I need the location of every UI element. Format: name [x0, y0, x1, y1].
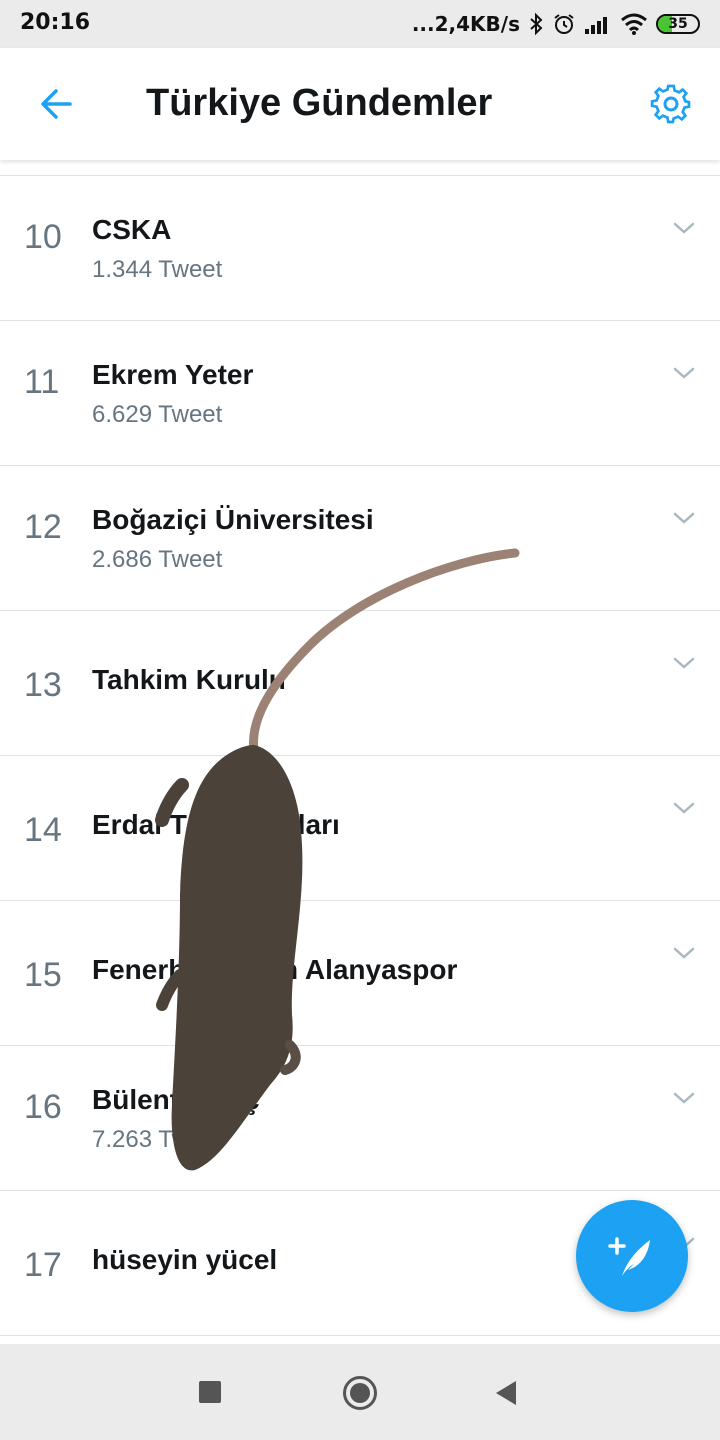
- arrow-left-icon[interactable]: [36, 84, 76, 124]
- trend-name: Ekrem Yeter: [92, 359, 254, 390]
- trend-rank: 16: [24, 1088, 62, 1126]
- trend-name-end: n Alanyaspor: [281, 954, 458, 985]
- chevron-down-icon[interactable]: [672, 365, 696, 381]
- home-circle-icon[interactable]: [342, 1375, 378, 1411]
- trend-row[interactable]: 11 Ekrem Yeter 6.629 Tweet: [0, 321, 720, 466]
- system-nav-bar: [0, 1344, 720, 1440]
- trend-rank: 12: [24, 508, 62, 546]
- status-icons: ...2,4KB/s 35: [412, 8, 700, 40]
- chevron-down-icon[interactable]: [672, 220, 696, 236]
- trend-rank: 11: [24, 363, 60, 401]
- trend-name: Fenerba: [92, 954, 201, 985]
- chevron-down-icon[interactable]: [672, 800, 696, 816]
- trend-row[interactable]: 10 CSKA 1.344 Tweet: [0, 176, 720, 321]
- network-speed: ...2,4KB/s: [411, 12, 520, 36]
- trend-rank: 15: [24, 956, 62, 994]
- status-bar: 20:16 ...2,4KB/s 35: [0, 0, 720, 48]
- trends-list: 10 CSKA 1.344 Tweet 11 Ekrem Yeter 6.629…: [0, 176, 720, 1336]
- chevron-down-icon[interactable]: [672, 510, 696, 526]
- trend-rank: 14: [24, 811, 62, 849]
- page-title: Türkiye Gündemler: [146, 82, 493, 124]
- trend-name-end: ç: [244, 1084, 260, 1115]
- chevron-down-icon[interactable]: [672, 655, 696, 671]
- trend-tweet-count: 6.629 Tweet: [92, 401, 223, 428]
- trend-row[interactable]: 14 Erdal T lları: [0, 756, 720, 901]
- battery-level: 35: [668, 16, 688, 32]
- trend-row[interactable]: 12 Boğaziçi Üniversitesi 2.686 Tweet: [0, 466, 720, 611]
- gear-icon[interactable]: [650, 83, 692, 125]
- wifi-icon: [621, 13, 647, 35]
- trend-name: CSKA: [92, 214, 172, 245]
- compose-tweet-button[interactable]: [576, 1200, 688, 1312]
- trend-rank: 17: [24, 1246, 62, 1284]
- trend-name: Tahkim Kurulu: [92, 664, 286, 695]
- status-time: 20:16: [20, 10, 91, 35]
- compose-tweet-icon: [608, 1237, 650, 1276]
- battery-icon: 35: [656, 14, 700, 34]
- recents-square-icon[interactable]: [199, 1381, 221, 1403]
- signal-icon: [585, 17, 607, 34]
- trend-rank: 10: [24, 218, 62, 256]
- back-triangle-icon[interactable]: [494, 1380, 518, 1406]
- app-header: Türkiye Gündemler: [0, 48, 720, 160]
- bluetooth-icon: [530, 12, 543, 36]
- chevron-down-icon[interactable]: [672, 945, 696, 961]
- trend-tweet-count: 2.686 Tweet: [92, 546, 223, 573]
- trend-row[interactable]: 16 Bülent ç 7.263 Tweet: [0, 1046, 720, 1191]
- trend-name: Bülent: [92, 1084, 180, 1115]
- trend-name-end: lları: [290, 809, 340, 840]
- trend-tweet-count: 7.263 Tweet: [92, 1126, 223, 1153]
- trend-row[interactable]: 15 Fenerba n Alanyaspor: [0, 901, 720, 1046]
- trend-name: hüseyin yücel: [92, 1244, 278, 1275]
- trend-name: Boğaziçi Üniversitesi: [92, 504, 374, 535]
- trend-name: Erdal T: [92, 809, 187, 840]
- chevron-down-icon[interactable]: [672, 1090, 696, 1106]
- trend-tweet-count: 1.344 Tweet: [92, 256, 223, 283]
- trend-rank: 13: [24, 666, 62, 704]
- alarm-icon: [554, 14, 574, 34]
- trend-row[interactable]: 13 Tahkim Kurulu: [0, 611, 720, 756]
